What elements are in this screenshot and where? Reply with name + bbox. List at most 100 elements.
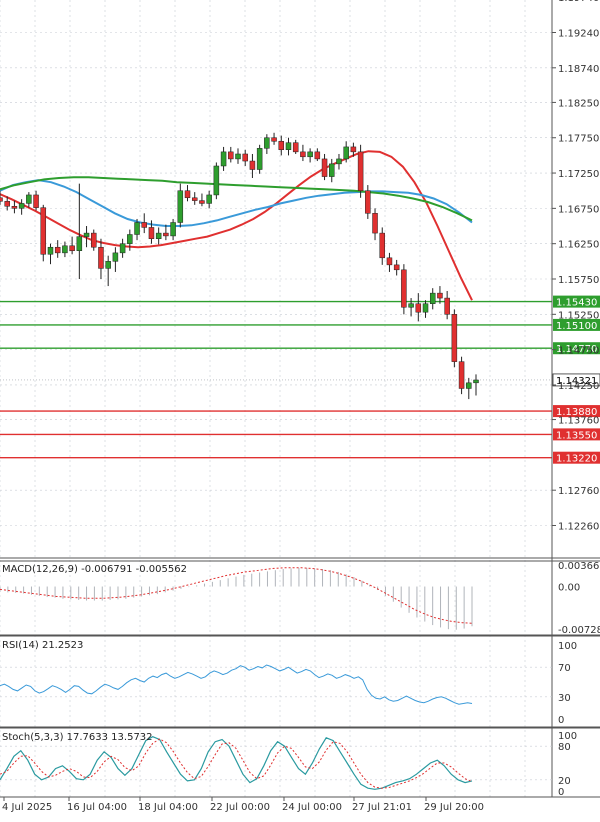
- time-tick-label: 16 Jul 04:00: [67, 802, 127, 813]
- time-axis: 4 Jul 2025 16 Jul 04:00 18 Jul 04:00 22 Jul…: [2, 797, 484, 813]
- price-tick-label: 1.12260: [558, 522, 599, 533]
- price-tick-label: 1.19740: [558, 0, 599, 4]
- candle-bullish: [134, 222, 140, 235]
- candle-bearish: [314, 151, 321, 160]
- candle-bearish: [393, 264, 400, 271]
- candle-bearish: [4, 201, 10, 207]
- candle-bearish: [292, 142, 299, 153]
- price-tick-label: 1.16250: [558, 240, 599, 251]
- price-tick-label: 1.12760: [558, 486, 599, 497]
- candle-bearish: [357, 151, 364, 191]
- stoch-panel: 10080 200 Stoch(5,3,3) 17.7633 13.5732: [0, 731, 577, 798]
- candle-bullish: [473, 379, 479, 384]
- candle-bullish: [336, 158, 342, 165]
- candle-bearish: [91, 232, 97, 248]
- time-tick-label: 29 Jul 20:00: [424, 802, 484, 813]
- time-tick-label: 18 Jul 04:00: [138, 802, 198, 813]
- candle-bullish: [170, 222, 176, 237]
- time-tick-label: 4 Jul 2025: [2, 802, 52, 813]
- candle-bearish: [69, 245, 75, 251]
- candle-bullish: [105, 261, 111, 269]
- price-tick-label: 1.18740: [558, 64, 599, 75]
- candle-bearish: [0, 197, 3, 202]
- candle-bullish: [264, 137, 270, 149]
- candle-bearish: [98, 246, 104, 269]
- rsi-label: RSI(14) 21.2523: [2, 640, 83, 651]
- candle-bearish: [184, 190, 191, 199]
- candle-bullish: [343, 146, 349, 160]
- candle-bullish: [119, 243, 126, 254]
- price-tick-label: 1.14750: [558, 346, 599, 357]
- macd-panel: 0.003666 0.00 -0.007289 MACD(12,26,9) -0.00…: [0, 561, 600, 636]
- candle-bullish: [76, 236, 83, 251]
- stoch-tick-label: 80: [558, 742, 571, 753]
- candle-bearish: [458, 361, 465, 389]
- level-label: 1.13550: [556, 430, 597, 441]
- stoch-k-line: [0, 736, 473, 790]
- macd-label: MACD(12,26,9) -0.006791 -0.005562: [2, 564, 187, 575]
- chart-canvas: 1.154301.151001.147701.138801.135501.132…: [0, 0, 600, 813]
- rsi-panel: 100 70 30 0 RSI(14) 21.2523: [0, 640, 577, 726]
- time-tick-label: 27 Jul 21:01: [352, 802, 412, 813]
- candle-bullish: [206, 194, 212, 204]
- candle-bearish: [11, 205, 18, 209]
- candle-bullish: [307, 151, 313, 158]
- candle-bearish: [401, 269, 407, 308]
- macd-tick-label: 0.003666: [558, 561, 600, 572]
- candle-bullish: [466, 382, 472, 389]
- level-label: 1.13220: [556, 454, 597, 465]
- candle-bearish: [379, 232, 385, 259]
- candle-bearish: [228, 151, 234, 160]
- candle-bullish: [18, 203, 25, 209]
- candle-bullish: [83, 232, 90, 237]
- rsi-tick-label: 30: [558, 693, 571, 704]
- candle-bearish: [372, 213, 378, 234]
- price-tick-label: 1.13760: [558, 416, 599, 427]
- candle-bearish: [249, 160, 256, 170]
- candle-bearish: [437, 292, 443, 299]
- level-label: 1.15430: [556, 298, 597, 309]
- candle-bullish: [127, 234, 133, 244]
- moving-average-line: [0, 179, 473, 227]
- rsi-tick-label: 0: [558, 715, 564, 726]
- rsi-tick-label: 100: [558, 641, 577, 652]
- candle-bearish: [40, 207, 47, 255]
- candle-bullish: [422, 303, 429, 313]
- time-tick-label: 24 Jul 00:00: [282, 802, 342, 813]
- candle-bullish: [220, 151, 227, 167]
- candle-bearish: [386, 257, 393, 266]
- price-tick-label: 1.14250: [558, 381, 599, 392]
- price-tick-label: 1.19240: [558, 28, 599, 39]
- candle-bearish: [191, 197, 198, 201]
- stoch-tick-label: 20: [558, 776, 571, 787]
- support-resistance-lines: 1.154301.151001.147701.138801.135501.132…: [0, 295, 600, 465]
- candle-bullish: [47, 246, 54, 255]
- price-tick-label: 1.16750: [558, 204, 599, 215]
- candle-bearish: [271, 137, 277, 142]
- candle-bullish: [408, 303, 414, 308]
- rsi-line: [0, 664, 473, 705]
- rsi-tick-label: 70: [558, 663, 571, 674]
- candle-bullish: [177, 190, 184, 223]
- candle-bearish: [350, 146, 357, 153]
- candle-bullish: [26, 194, 32, 204]
- candle-bullish: [62, 245, 68, 254]
- stoch-tick-label: 100: [558, 731, 577, 742]
- candle-bullish: [429, 292, 436, 304]
- candle-bearish: [54, 246, 61, 254]
- candle-bearish: [415, 303, 422, 313]
- price-tick-label: 1.15250: [558, 310, 599, 321]
- candle-bearish: [242, 153, 248, 162]
- price-axis: 1.19740 1.19240 1.18740 1.18250 1.17750 1.172…: [0, 0, 600, 798]
- price-tick-label: 1.17750: [558, 134, 599, 145]
- time-tick-label: 22 Jul 00:00: [210, 802, 270, 813]
- candle-bearish: [141, 222, 147, 228]
- candle-bullish: [155, 232, 162, 239]
- price-tick-label: 1.17250: [558, 169, 599, 180]
- trading-chart: 1.15430 1.15100 1.14770 1.13880 1.13550 1.132…: [0, 0, 600, 818]
- candle-bullish: [329, 163, 335, 177]
- candle-bearish: [148, 227, 155, 239]
- candle-bullish: [285, 142, 292, 150]
- candle-bullish: [235, 153, 241, 160]
- candle-bullish: [256, 148, 263, 170]
